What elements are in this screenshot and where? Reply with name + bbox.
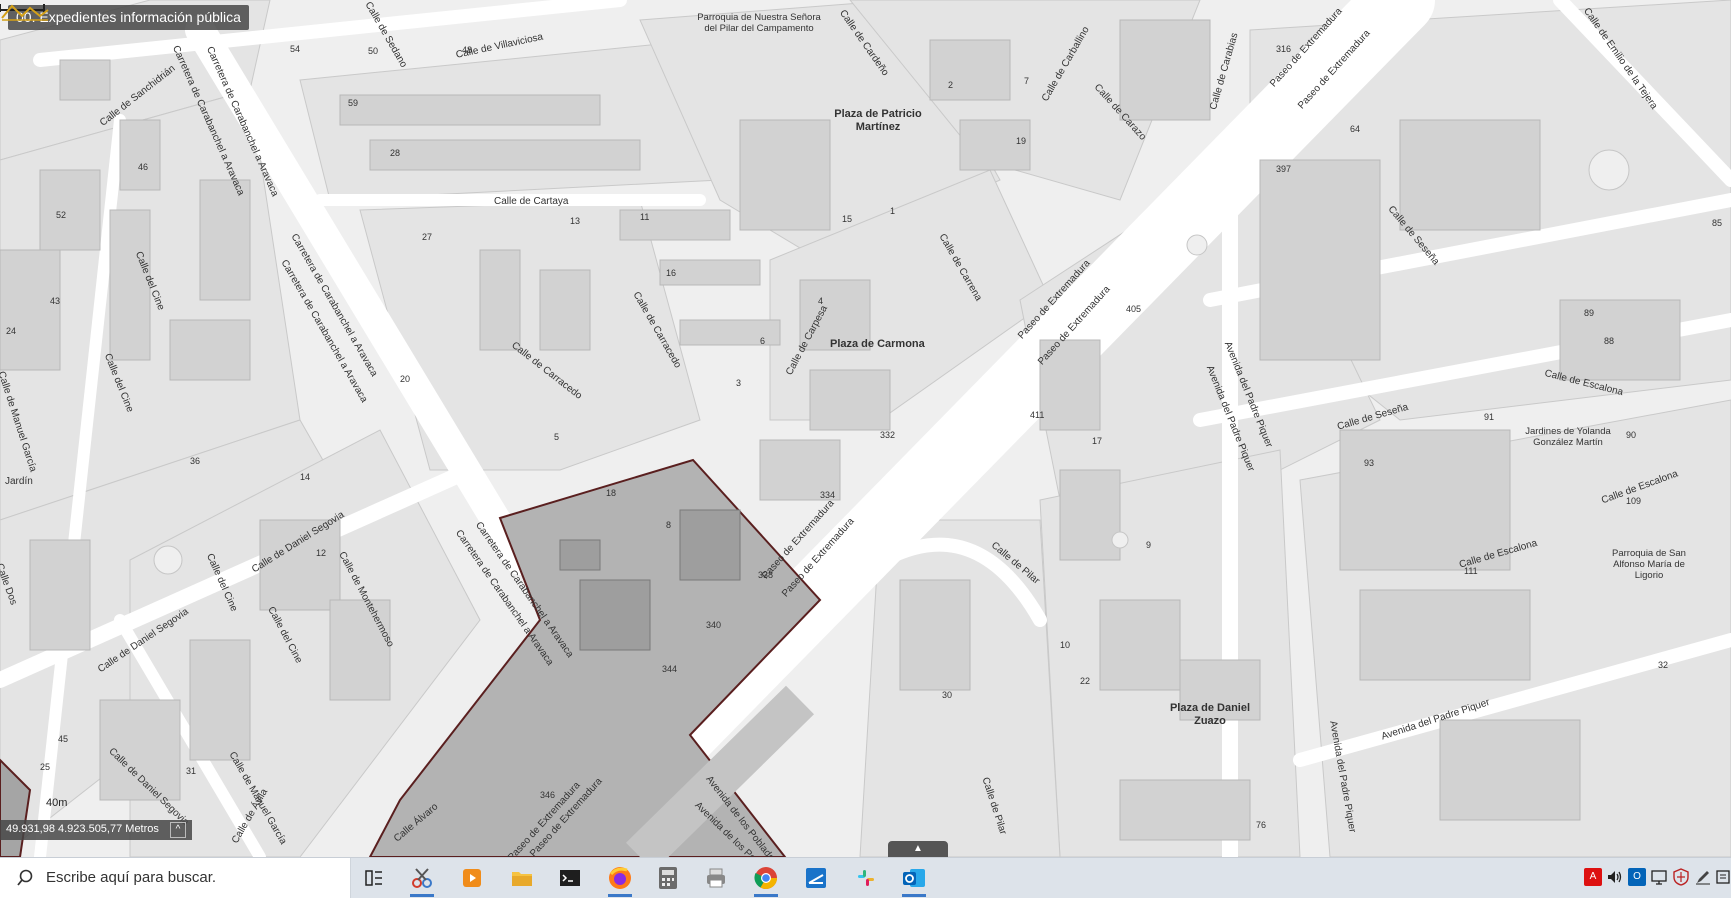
house-number: 36 — [190, 456, 201, 466]
snipping-tool-icon[interactable] — [406, 862, 438, 897]
house-number: 334 — [820, 490, 836, 500]
place-label: Parroquia de Nuestra Señora del Pilar de… — [697, 12, 821, 34]
house-number: 22 — [1080, 676, 1091, 686]
chrome-icon[interactable] — [750, 862, 782, 897]
autocad-icon[interactable] — [800, 862, 832, 894]
file-explorer-icon[interactable] — [506, 862, 538, 894]
slack-icon[interactable] — [850, 862, 882, 894]
house-number: 19 — [1016, 136, 1027, 146]
house-number: 24 — [6, 326, 17, 336]
house-number: 28 — [390, 148, 401, 158]
house-number: 25 — [40, 762, 51, 772]
search-placeholder: Escribe aquí para buscar. — [46, 869, 217, 886]
house-number: 64 — [1350, 124, 1361, 134]
house-number: 8 — [666, 520, 672, 530]
taskbar: Escribe aquí para buscar. A O — [0, 857, 1731, 898]
house-number: 14 — [300, 472, 311, 482]
place-label: Plaza de Daniel Zuazo — [1169, 702, 1251, 727]
outlook-icon[interactable] — [898, 862, 930, 897]
house-number: 48 — [462, 45, 473, 55]
house-number: 17 — [1092, 436, 1103, 446]
house-number: 30 — [942, 690, 953, 700]
house-number: 11 — [640, 212, 650, 222]
house-number: 9 — [1146, 540, 1152, 550]
house-number: 27 — [422, 232, 433, 242]
house-number: 344 — [662, 664, 678, 674]
firefox-icon[interactable] — [604, 862, 636, 897]
coordinate-readout: 49.931,98 4.923.505,77 Metros ^ — [0, 820, 192, 840]
house-number: 85 — [1712, 218, 1723, 228]
street-label: Calle de Cartaya — [494, 196, 569, 207]
house-number: 15 — [842, 214, 853, 224]
house-number: 89 — [1584, 308, 1595, 318]
house-number: 397 — [1276, 164, 1292, 174]
taskbar-search[interactable]: Escribe aquí para buscar. — [0, 858, 351, 898]
security-icon[interactable] — [1672, 868, 1690, 886]
place-label: Plaza de Patricio Martínez — [834, 108, 922, 133]
search-icon — [17, 869, 33, 886]
house-number: 46 — [138, 162, 149, 172]
house-number: 31 — [186, 766, 197, 776]
house-number: 338 — [758, 570, 774, 580]
house-number: 4 — [818, 296, 824, 306]
place-label: Jardín — [5, 476, 33, 487]
house-number: 16 — [666, 268, 677, 278]
house-number: 52 — [56, 210, 67, 220]
house-number: 76 — [1256, 820, 1267, 830]
house-number: 12 — [316, 548, 327, 558]
calculator-icon[interactable] — [652, 862, 684, 894]
house-number: 316 — [1276, 44, 1292, 54]
terminal-icon[interactable] — [554, 862, 586, 894]
house-number: 93 — [1364, 458, 1375, 468]
pen-icon[interactable] — [1694, 868, 1712, 886]
house-number: 50 — [368, 46, 379, 56]
coords-toggle-button[interactable]: ^ — [169, 822, 186, 838]
house-number: 340 — [706, 620, 722, 630]
house-number: 13 — [570, 216, 581, 226]
network-icon[interactable] — [1650, 868, 1668, 886]
printer-icon[interactable] — [700, 862, 732, 894]
house-number: 90 — [1626, 430, 1637, 440]
coordinate-text: 49.931,98 4.923.505,77 Metros — [6, 823, 159, 835]
house-number: 45 — [58, 734, 69, 744]
place-label: Plaza de Carmona — [830, 338, 925, 350]
house-number: 1 — [890, 206, 896, 216]
notification-icon[interactable] — [1714, 868, 1731, 886]
acrobat-icon[interactable]: A — [1584, 868, 1602, 886]
house-number: 6 — [760, 336, 766, 346]
house-number: 18 — [606, 488, 617, 498]
map-view[interactable]: Parroquia de Nuestra Señora del Pilar de… — [0, 0, 1731, 857]
media-player-icon[interactable] — [456, 862, 488, 894]
task-view-icon[interactable] — [358, 862, 390, 894]
house-number: 88 — [1604, 336, 1615, 346]
house-number: 32 — [1658, 660, 1669, 670]
map-logo-icon — [1, 4, 49, 21]
house-number: 3 — [736, 378, 742, 388]
house-number: 405 — [1126, 304, 1142, 314]
place-label: Jardines de Yolanda González Martín — [1525, 426, 1611, 448]
house-number: 7 — [1024, 76, 1030, 86]
house-number: 43 — [50, 296, 61, 306]
house-number: 10 — [1060, 640, 1071, 650]
house-number: 54 — [290, 44, 301, 54]
house-number: 111 — [1464, 566, 1478, 576]
house-number: 59 — [348, 98, 359, 108]
house-number: 332 — [880, 430, 896, 440]
place-label: Parroquia de San Alfonso María de Ligori… — [1612, 548, 1686, 581]
scale-label: 40m — [46, 797, 68, 809]
house-number: 411 — [1030, 410, 1045, 420]
house-number: 346 — [540, 790, 556, 800]
map-panel-handle[interactable]: ▲ — [888, 841, 948, 857]
volume-icon[interactable] — [1606, 868, 1624, 886]
house-number: 109 — [1626, 496, 1642, 506]
house-number: 2 — [948, 80, 954, 90]
house-number: 91 — [1484, 412, 1495, 422]
house-number: 20 — [400, 374, 411, 384]
outlook-tray-icon[interactable]: O — [1628, 868, 1646, 886]
house-number: 5 — [554, 432, 560, 442]
